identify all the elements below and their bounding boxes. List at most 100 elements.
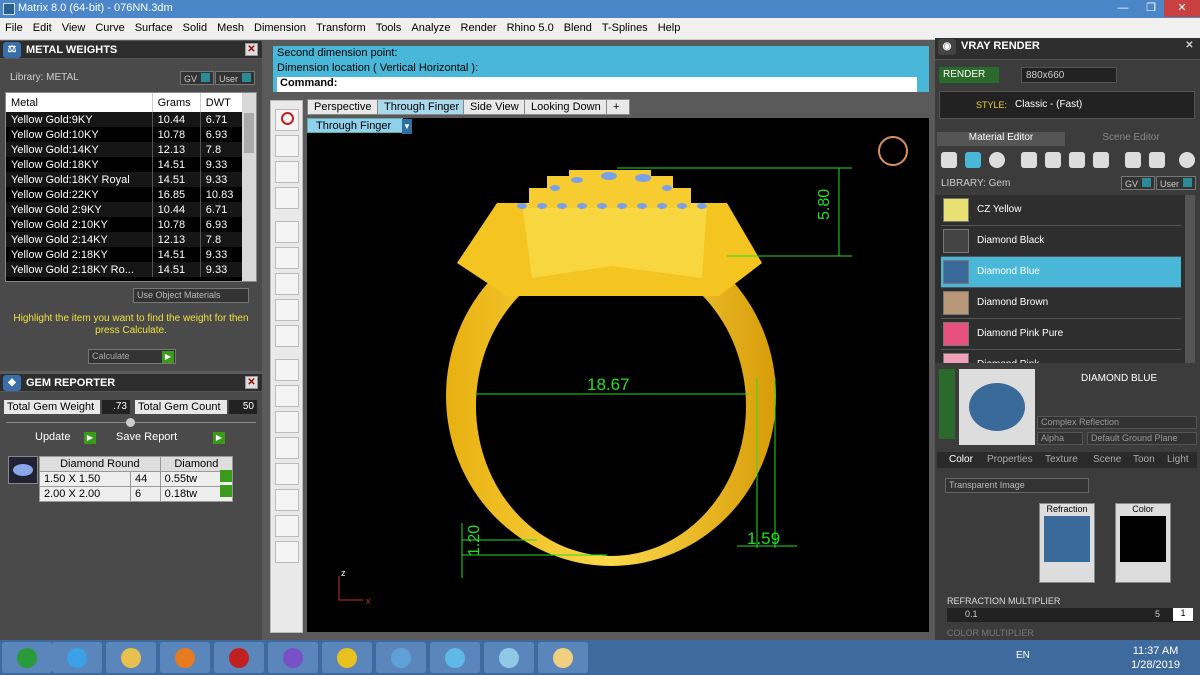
calculate-button[interactable]: Calculate ▶ — [88, 349, 176, 364]
menu-edit[interactable]: Edit — [28, 18, 57, 34]
table-row[interactable]: Yellow Gold:10KY 10.78 6.93 — [6, 127, 244, 142]
menu-tools[interactable]: Tools — [371, 18, 407, 34]
material-item[interactable]: CZ Yellow — [941, 195, 1181, 226]
tab-properties[interactable]: Properties — [987, 454, 1033, 468]
box-side-icon[interactable] — [275, 299, 299, 321]
menu-blend[interactable]: Blend — [559, 18, 597, 34]
sphere-icon[interactable] — [989, 152, 1005, 168]
slider-value[interactable]: 1 — [1173, 608, 1193, 621]
material-item[interactable]: Diamond Black — [941, 226, 1181, 257]
table-row[interactable]: Yellow Gold 2:14KY 12.13 7.8 — [6, 232, 244, 247]
taskbar-app-media[interactable] — [160, 642, 210, 673]
ortho-off-icon[interactable] — [275, 411, 299, 433]
scroll-thumb[interactable] — [244, 113, 254, 153]
tab-side-view[interactable]: Side View — [463, 99, 526, 115]
tab-texture[interactable]: Texture — [1045, 454, 1078, 468]
box-icon[interactable] — [275, 247, 299, 269]
ground-plane-dropdown[interactable]: Default Ground Plane — [1087, 432, 1197, 445]
tab-material-editor[interactable]: Material Editor — [937, 132, 1065, 146]
gem-row-select-button[interactable] — [220, 485, 232, 497]
gem-row-select-button[interactable] — [220, 470, 232, 482]
menu-mesh[interactable]: Mesh — [212, 18, 249, 34]
viewport-name-dropdown[interactable]: Through Finger ▼ — [307, 118, 412, 134]
texture-icon[interactable] — [1069, 152, 1085, 168]
material-item[interactable]: Diamond Blue — [941, 257, 1181, 288]
close-icon[interactable]: ✕ — [245, 43, 258, 56]
taskbar-app-paint[interactable] — [538, 642, 588, 673]
menu-view[interactable]: View — [57, 18, 91, 34]
color-swatch[interactable]: Color — [1115, 503, 1171, 583]
material-item[interactable]: Diamond Pink Pure — [941, 319, 1181, 350]
ortho-r-icon[interactable] — [275, 437, 299, 459]
preview-toggle[interactable] — [939, 369, 955, 439]
gem-row[interactable]: 1.50 X 1.50 44 0.55tw — [38, 471, 234, 487]
checker-icon[interactable] — [1093, 152, 1109, 168]
transparent-image-dropdown[interactable]: Transparent Image — [945, 478, 1089, 493]
grid-snap-icon[interactable] — [275, 359, 299, 381]
style-dropdown[interactable]: STYLE: Classic - (Fast) — [939, 91, 1195, 119]
menu-tsplines[interactable]: T-Splines — [597, 18, 653, 34]
menu-render[interactable]: Render — [456, 18, 502, 34]
menu-transform[interactable]: Transform — [311, 18, 371, 34]
table-row[interactable]: Yellow Gold:22KY 16.85 10.83 — [6, 187, 244, 202]
square-icon[interactable] — [1021, 152, 1037, 168]
table-row[interactable]: Yellow Gold 2:10KY 10.78 6.93 — [6, 217, 244, 232]
menu-surface[interactable]: Surface — [130, 18, 178, 34]
metal-table-scrollbar[interactable] — [242, 93, 256, 281]
material-add-icon[interactable] — [1125, 152, 1141, 168]
material-item[interactable]: Diamond Pink — [941, 350, 1181, 363]
gem-icon[interactable] — [965, 152, 981, 168]
language-indicator[interactable]: EN — [1016, 650, 1030, 661]
maximize-button[interactable]: ❐ — [1138, 0, 1164, 17]
clock[interactable]: 11:37 AM 1/28/2019 — [1131, 644, 1180, 672]
taskbar-app-app-box[interactable] — [484, 642, 534, 673]
puzzle-icon[interactable] — [275, 541, 299, 563]
add-tab-button[interactable]: + — [606, 99, 630, 115]
close-button[interactable]: ✕ — [1164, 0, 1200, 17]
gv-toggle[interactable]: GV — [180, 71, 215, 85]
use-object-materials-field[interactable]: Use Object Materials — [133, 288, 249, 303]
menu-dimension[interactable]: Dimension — [249, 18, 311, 34]
material-list-scrollbar[interactable] — [1185, 195, 1195, 363]
gem-row[interactable]: 2.00 X 2.00 6 0.18tw — [38, 486, 234, 502]
menu-analyze[interactable]: Analyze — [406, 18, 455, 34]
layers-icon[interactable] — [275, 463, 299, 485]
globe-icon[interactable] — [275, 161, 299, 183]
box-front-icon[interactable] — [275, 325, 299, 347]
table-row[interactable]: Yellow Gold:14KY 12.13 7.8 — [6, 142, 244, 157]
table-row[interactable]: Yellow Gold 2:18KY 14.51 9.33 — [6, 247, 244, 262]
table-row[interactable]: Yellow Gold:18KY Royal 14.51 9.33 — [6, 172, 244, 187]
material-item[interactable]: Diamond Brown — [941, 288, 1181, 319]
viewport[interactable]: 5.80 18.67 1.20 1.59 z x — [307, 118, 929, 632]
tab-perspective[interactable]: Perspective — [307, 99, 379, 115]
menu-file[interactable]: File — [0, 18, 28, 34]
taskbar-app-chrome[interactable] — [322, 642, 372, 673]
taskbar-app-viber[interactable] — [268, 642, 318, 673]
tab-scene[interactable]: Scene — [1093, 454, 1121, 468]
col-dwt[interactable]: DWT — [200, 93, 244, 112]
taskbar-app-app-red[interactable] — [214, 642, 264, 673]
taskbar-app-explorer[interactable] — [106, 642, 156, 673]
menu-curve[interactable]: Curve — [90, 18, 129, 34]
command-input[interactable]: Command: — [277, 77, 917, 92]
col-grams[interactable]: Grams — [152, 93, 201, 112]
table-row[interactable]: Yellow Gold:18KY 14.51 9.33 — [6, 157, 244, 172]
history-icon[interactable] — [275, 489, 299, 511]
alpha-toggle[interactable]: Alpha — [1037, 432, 1083, 445]
taskbar-app-matrix[interactable] — [430, 642, 480, 673]
col-metal[interactable]: Metal — [6, 93, 153, 112]
pointer-icon[interactable] — [275, 515, 299, 537]
taskbar-app-ie[interactable] — [52, 642, 102, 673]
taskbar-app-app-blue[interactable] — [376, 642, 426, 673]
menu-solid[interactable]: Solid — [178, 18, 212, 34]
save-report-button[interactable]: Save Report ▶ — [116, 431, 226, 446]
menu-help[interactable]: Help — [653, 18, 686, 34]
table-row[interactable]: Yellow Gold 2:9KY 10.44 6.71 — [6, 202, 244, 217]
gumball-icon[interactable] — [275, 135, 299, 157]
tab-color[interactable]: Color — [949, 454, 973, 468]
taskbar-app-start-button[interactable] — [2, 642, 52, 673]
tab-light[interactable]: Light — [1167, 454, 1189, 468]
material-remove-icon[interactable] — [1149, 152, 1165, 168]
close-icon[interactable]: ✕ — [1183, 40, 1196, 53]
tab-scene-editor[interactable]: Scene Editor — [1067, 132, 1195, 146]
